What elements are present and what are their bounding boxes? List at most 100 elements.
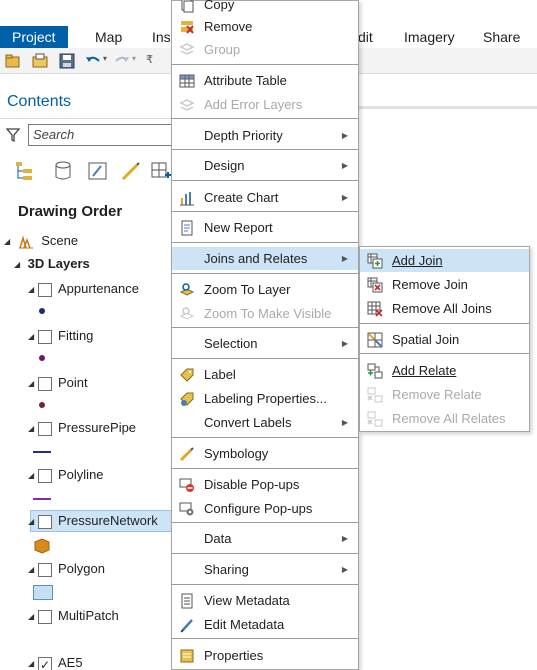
- menu-item-data[interactable]: Data ▶: [172, 527, 358, 550]
- menu-item-configure-popups[interactable]: Configure Pop-ups: [172, 497, 358, 520]
- save-icon[interactable]: [58, 52, 76, 70]
- tab-edit[interactable]: dit: [358, 26, 373, 48]
- copy-icon: [181, 0, 194, 13]
- search-input[interactable]: Search: [28, 124, 178, 146]
- menu-item-view-metadata[interactable]: View Metadata: [172, 589, 358, 612]
- collapse-icon[interactable]: ◢: [28, 512, 38, 532]
- menu-separator: [172, 522, 358, 523]
- menu-item-label[interactable]: Label: [172, 363, 358, 386]
- collapse-icon[interactable]: ◢: [28, 374, 38, 394]
- tab-imagery[interactable]: Imagery: [404, 26, 455, 48]
- layer-fitting[interactable]: ◢ Fitting: [28, 326, 93, 346]
- visibility-checkbox[interactable]: [38, 282, 52, 297]
- menu-item-zoom-to-layer[interactable]: Zoom To Layer: [172, 278, 358, 301]
- remove-join-icon: [367, 277, 383, 293]
- tab-insert[interactable]: Ins: [152, 26, 171, 48]
- menu-item-edit-metadata[interactable]: Edit Metadata: [172, 613, 358, 636]
- visibility-checkbox[interactable]: [38, 655, 52, 670]
- list-by-drawing-order-icon[interactable]: [14, 160, 36, 182]
- menu-item-properties[interactable]: Properties: [172, 644, 358, 667]
- menu-item-remove[interactable]: Remove: [172, 15, 358, 38]
- scene-icon: [18, 234, 33, 249]
- new-project-icon[interactable]: [4, 52, 22, 70]
- menu-item-design[interactable]: Design ▶: [172, 154, 358, 177]
- tab-map[interactable]: Map: [95, 26, 122, 48]
- menu-item-new-report[interactable]: New Report: [172, 216, 358, 239]
- redo-dropdown-icon[interactable]: ▾: [132, 54, 136, 63]
- collapse-icon[interactable]: ◢: [28, 466, 38, 486]
- list-by-labeling-icon[interactable]: [150, 160, 172, 182]
- collapse-icon[interactable]: ◢: [28, 419, 38, 439]
- customize-toolbar-icon[interactable]: ₹: [146, 53, 153, 66]
- menu-item-copy[interactable]: Copy: [172, 0, 358, 16]
- list-by-snapping-icon[interactable]: [120, 160, 142, 182]
- layer-pressurenetwork[interactable]: ◢ PressureNetwork: [28, 511, 158, 531]
- menu-item-group[interactable]: Group: [172, 38, 358, 61]
- menu-item-remove-all-relates[interactable]: Remove All Relates: [360, 407, 529, 430]
- redo-icon[interactable]: [113, 52, 131, 70]
- collapse-icon[interactable]: ◢: [4, 232, 14, 252]
- submenu-arrow-icon: ▶: [341, 339, 348, 348]
- menu-item-add-relate[interactable]: Add Relate: [360, 359, 529, 382]
- remove-all-relates-icon: [367, 411, 383, 427]
- undo-icon[interactable]: [84, 52, 102, 70]
- layer-pressurepipe[interactable]: ◢ PressurePipe: [28, 418, 136, 438]
- pane-title-divider: [0, 118, 172, 119]
- visibility-checkbox[interactable]: [38, 514, 52, 529]
- menu-separator: [172, 468, 358, 469]
- menu-separator: [172, 149, 358, 150]
- menu-item-remove-join[interactable]: Remove Join: [360, 273, 529, 296]
- visibility-checkbox[interactable]: [38, 562, 52, 577]
- menu-item-add-error-layers[interactable]: Add Error Layers: [172, 93, 358, 116]
- spatial-join-icon: [367, 332, 383, 348]
- menu-item-joins-and-relates[interactable]: Joins and Relates ▶: [172, 247, 358, 270]
- open-project-icon[interactable]: [31, 52, 49, 70]
- menu-item-disable-popups[interactable]: Disable Pop-ups: [172, 473, 358, 496]
- collapse-icon[interactable]: ◢: [28, 560, 38, 580]
- menu-item-add-join[interactable]: Add Join: [360, 249, 529, 272]
- menu-item-remove-all-joins[interactable]: Remove All Joins: [360, 297, 529, 320]
- layer-multipatch[interactable]: ◢ MultiPatch: [28, 606, 119, 626]
- menu-item-symbology[interactable]: Symbology: [172, 442, 358, 465]
- menu-item-sharing[interactable]: Sharing ▶: [172, 558, 358, 581]
- menu-item-labeling-properties[interactable]: Labeling Properties...: [172, 387, 358, 410]
- visibility-checkbox[interactable]: [38, 329, 52, 344]
- 3d-layers-group[interactable]: ◢ 3D Layers: [14, 254, 90, 274]
- layer-context-menu: Copy Remove Group Attribute Table Add Er…: [171, 0, 359, 670]
- table-icon: [179, 74, 195, 88]
- tab-project[interactable]: Project: [0, 26, 68, 48]
- scene-node[interactable]: ◢ Scene: [4, 231, 78, 251]
- undo-dropdown-icon[interactable]: ▾: [103, 54, 107, 63]
- collapse-icon[interactable]: ◢: [28, 280, 38, 300]
- menu-item-depth-priority[interactable]: Depth Priority ▶: [172, 124, 358, 147]
- layer-polygon[interactable]: ◢ Polygon: [28, 559, 105, 579]
- collapse-icon[interactable]: ◢: [28, 327, 38, 347]
- visibility-checkbox[interactable]: [38, 468, 52, 483]
- collapse-icon[interactable]: ◢: [14, 255, 24, 275]
- visibility-checkbox[interactable]: [38, 376, 52, 391]
- submenu-arrow-icon: ▶: [341, 565, 348, 574]
- contents-pane: Contents Search Drawing Order ◢ Scene ◢ …: [0, 88, 178, 670]
- layer-ae5[interactable]: ◢ AE5: [28, 653, 83, 670]
- menu-item-attribute-table[interactable]: Attribute Table: [172, 69, 358, 92]
- menu-item-convert-labels[interactable]: Convert Labels ▶: [172, 411, 358, 434]
- list-by-source-icon[interactable]: [52, 160, 74, 182]
- tab-share[interactable]: Share: [483, 26, 520, 48]
- labeling-properties-icon: [180, 392, 194, 406]
- menu-item-create-chart[interactable]: Create Chart ▶: [172, 186, 358, 209]
- menu-item-selection[interactable]: Selection ▶: [172, 332, 358, 355]
- menu-item-remove-relate[interactable]: Remove Relate: [360, 383, 529, 406]
- pane-title: Contents: [7, 93, 72, 110]
- layer-polyline[interactable]: ◢ Polyline: [28, 465, 104, 485]
- menu-item-spatial-join[interactable]: Spatial Join: [360, 328, 529, 351]
- visibility-checkbox[interactable]: [38, 421, 52, 436]
- menu-item-zoom-to-make-visible[interactable]: Zoom To Make Visible: [172, 302, 358, 325]
- visibility-checkbox[interactable]: [38, 609, 52, 624]
- layer-point[interactable]: ◢ Point: [28, 373, 88, 393]
- disable-popups-icon: [179, 478, 194, 492]
- list-by-editing-icon[interactable]: [87, 160, 109, 182]
- collapse-icon[interactable]: ◢: [28, 607, 38, 627]
- collapse-icon[interactable]: ◢: [28, 654, 38, 670]
- filter-icon[interactable]: [6, 128, 20, 142]
- layer-appurtenance[interactable]: ◢ Appurtenance: [28, 279, 139, 299]
